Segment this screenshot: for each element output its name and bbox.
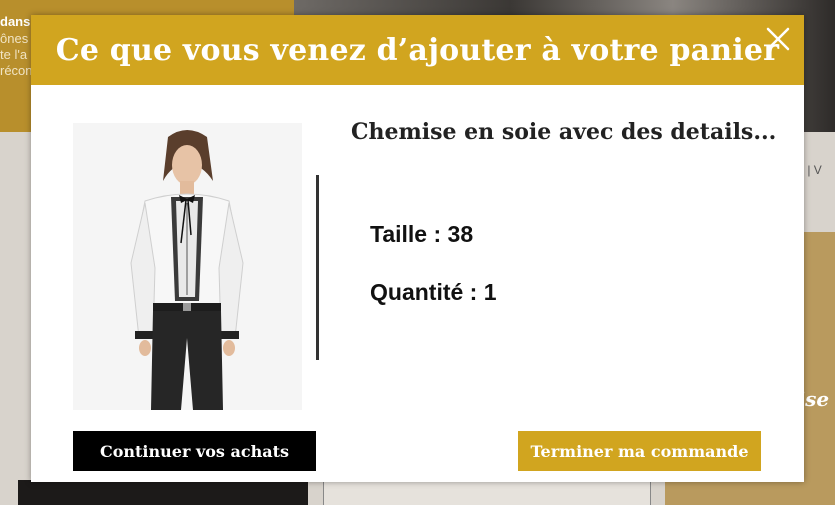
modal-title: Ce que vous venez d’ajouter à votre pani…	[55, 32, 780, 68]
divider	[316, 175, 319, 360]
banner-line: dans	[0, 14, 31, 29]
product-size: Taille : 38	[370, 221, 474, 247]
close-button[interactable]	[762, 23, 794, 55]
checkout-button[interactable]: Terminer ma commande	[518, 431, 761, 471]
modal-header: Ce que vous venez d’ajouter à votre pani…	[31, 15, 804, 85]
banner-line: récon	[0, 63, 33, 78]
continue-shopping-button[interactable]: Continuer vos achats	[73, 431, 316, 471]
banner-line: te l'a	[0, 47, 28, 62]
background-product-card	[18, 480, 308, 505]
add-to-cart-modal: Ce que vous venez d’ajouter à votre pani…	[31, 15, 804, 482]
banner-line: ônes	[0, 31, 29, 46]
product-name: Chemise en soie avec des details...	[351, 119, 777, 145]
product-image[interactable]	[73, 123, 302, 410]
product-photo	[73, 123, 302, 410]
background-product-card	[323, 480, 651, 505]
product-quantity: Quantité : 1	[370, 279, 497, 305]
close-icon	[766, 27, 790, 51]
